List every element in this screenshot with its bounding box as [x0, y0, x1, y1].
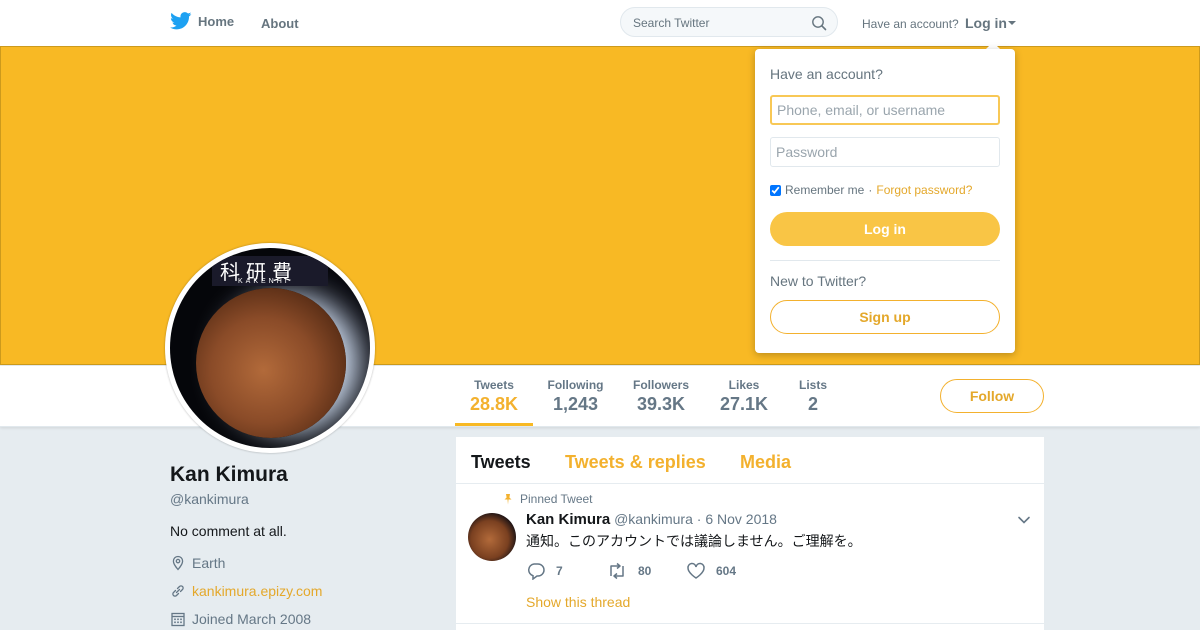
pinned-label: Pinned Tweet [520, 492, 593, 506]
heart-icon [687, 562, 705, 579]
active-stat-underline [455, 423, 533, 426]
top-navigation: Home About Search Twitter Have an accoun… [0, 0, 1200, 47]
stat-label: Likes [728, 378, 760, 392]
like-button[interactable]: 604 [686, 562, 766, 580]
chevron-down-icon[interactable] [1008, 21, 1016, 25]
location-pin-icon [172, 555, 184, 571]
follow-button[interactable]: Follow [940, 379, 1044, 413]
show-thread-link[interactable]: Show this thread [526, 594, 630, 610]
nav-home-label: Home [198, 13, 235, 29]
stat-value: 39.3K [636, 394, 686, 414]
timeline: Tweets Tweets & replies Media Pinned Twe… [456, 437, 1044, 630]
stat-label: Tweets [474, 378, 514, 392]
retweet-icon [610, 562, 624, 580]
kakenhi-logo-subtext: KAKENHI [238, 278, 290, 285]
joined-text: Joined March 2008 [192, 611, 312, 627]
stat-label: Following [547, 378, 604, 392]
reply-button[interactable]: 7 [526, 562, 606, 580]
profile-website: kankimura.epizy.com [170, 583, 322, 599]
stat-followers[interactable]: Followers 39.3K [629, 378, 693, 415]
profile-bio: No comment at all. [170, 523, 287, 539]
location-text: Earth [192, 555, 226, 571]
stat-value: 1,243 [552, 394, 599, 414]
dropdown-divider [770, 260, 1000, 261]
stat-likes[interactable]: Likes 27.1K [714, 378, 774, 415]
dropdown-arrow [986, 42, 1000, 49]
calendar-icon [171, 612, 185, 627]
tab-media[interactable]: Media [740, 452, 791, 473]
tweet-avatar[interactable] [468, 513, 516, 561]
twitter-bird-icon [170, 12, 192, 30]
remember-row: Remember me · Forgot password? [770, 183, 972, 197]
tab-tweets[interactable]: Tweets [471, 452, 531, 473]
remember-separator: · [868, 183, 873, 197]
have-account-text: Have an account? [862, 17, 959, 31]
kakenhi-logo: 科研費 KAKENHI [212, 256, 328, 286]
stat-tweets[interactable]: Tweets 28.8K [455, 378, 533, 415]
timeline-tabs: Tweets Tweets & replies Media [456, 437, 1044, 484]
forgot-password-link[interactable]: Forgot password? [876, 183, 972, 197]
retweet-button[interactable]: 80 [606, 562, 686, 580]
stat-value: 2 [807, 394, 818, 414]
tab-tweets-replies[interactable]: Tweets & replies [565, 452, 706, 473]
retweet-count: 80 [638, 564, 652, 578]
website-link[interactable]: kankimura.epizy.com [192, 583, 322, 599]
login-dropdown: Have an account? Remember me · Forgot pa… [755, 49, 1015, 353]
tweet-date[interactable]: · 6 Nov 2018 [697, 511, 777, 527]
new-to-twitter-text: New to Twitter? [770, 273, 867, 289]
remember-checkbox[interactable] [770, 184, 781, 196]
stat-lists[interactable]: Lists 2 [794, 378, 832, 415]
search-input[interactable]: Search Twitter [620, 7, 838, 37]
search-icon[interactable] [811, 15, 827, 31]
moon-image [196, 288, 346, 438]
password-field[interactable] [770, 137, 1000, 167]
avatar-image: 科研費 KAKENHI [170, 248, 370, 448]
stat-value: 28.8K [469, 394, 519, 414]
chevron-down-icon[interactable] [1017, 515, 1031, 525]
stat-label: Followers [632, 378, 689, 392]
profile-joined: Joined March 2008 [170, 611, 311, 627]
tweet-divider [456, 623, 1044, 624]
tweet-text: 通知。このアカウントでは議論しません。ご理解を。 [526, 533, 862, 549]
search-placeholder: Search Twitter [633, 16, 710, 30]
reply-count: 7 [556, 564, 563, 578]
avatar[interactable]: 科研費 KAKENHI [165, 243, 375, 453]
tweet-author-name[interactable]: Kan Kimura [526, 511, 610, 528]
tweet-author-handle[interactable]: @kankimura [614, 511, 693, 527]
remember-label[interactable]: Remember me [785, 183, 864, 197]
nav-home-link[interactable]: Home [170, 12, 234, 30]
nav-about-link[interactable]: About [261, 16, 299, 31]
login-menu-toggle[interactable]: Log in [965, 15, 1007, 31]
profile-location: Earth [170, 555, 225, 571]
tweet-header: Kan Kimura @kankimura · 6 Nov 2018 [526, 511, 777, 528]
like-count: 604 [716, 564, 737, 578]
stat-following[interactable]: Following 1,243 [543, 378, 608, 415]
profile-handle[interactable]: @kankimura [170, 491, 249, 507]
signup-button[interactable]: Sign up [770, 300, 1000, 334]
reply-icon [527, 563, 545, 580]
tweet-actions: 7 80 604 [526, 562, 766, 580]
login-button[interactable]: Log in [770, 212, 1000, 246]
profile-name[interactable]: Kan Kimura [170, 463, 288, 487]
dropdown-title: Have an account? [770, 66, 883, 82]
stat-value: 27.1K [719, 394, 769, 414]
link-icon [172, 585, 184, 597]
username-field[interactable] [770, 95, 1000, 125]
stat-label: Lists [798, 378, 827, 392]
pinned-indicator: Pinned Tweet [502, 492, 593, 506]
pin-icon [504, 494, 512, 505]
